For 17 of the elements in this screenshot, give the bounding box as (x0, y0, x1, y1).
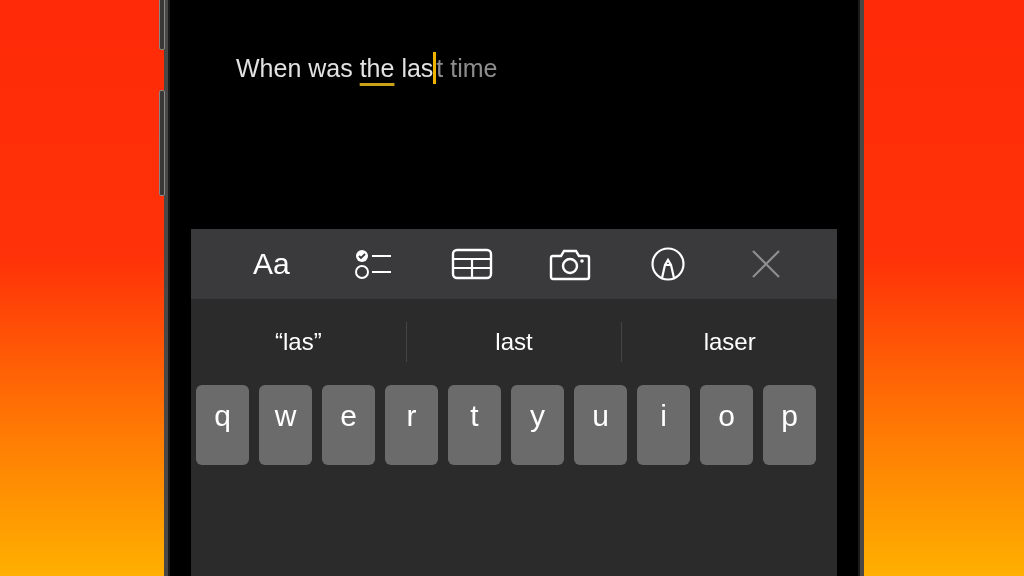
key[interactable]: y (511, 385, 564, 465)
camera-icon[interactable] (549, 247, 591, 281)
key[interactable]: o (700, 385, 753, 465)
key[interactable]: u (574, 385, 627, 465)
key[interactable]: r (385, 385, 438, 465)
key[interactable]: e (322, 385, 375, 465)
table-icon[interactable] (451, 247, 493, 281)
key[interactable]: q (196, 385, 249, 465)
note-text[interactable]: When was the last time (236, 52, 498, 84)
key[interactable]: w (259, 385, 312, 465)
key[interactable]: t (448, 385, 501, 465)
text-format-button[interactable]: Aa (253, 247, 297, 281)
key[interactable]: p (763, 385, 816, 465)
suggestion[interactable]: laser (622, 327, 837, 356)
suggestion[interactable]: last (406, 327, 622, 356)
key[interactable]: i (637, 385, 690, 465)
suggestion[interactable]: “las” (191, 327, 406, 356)
